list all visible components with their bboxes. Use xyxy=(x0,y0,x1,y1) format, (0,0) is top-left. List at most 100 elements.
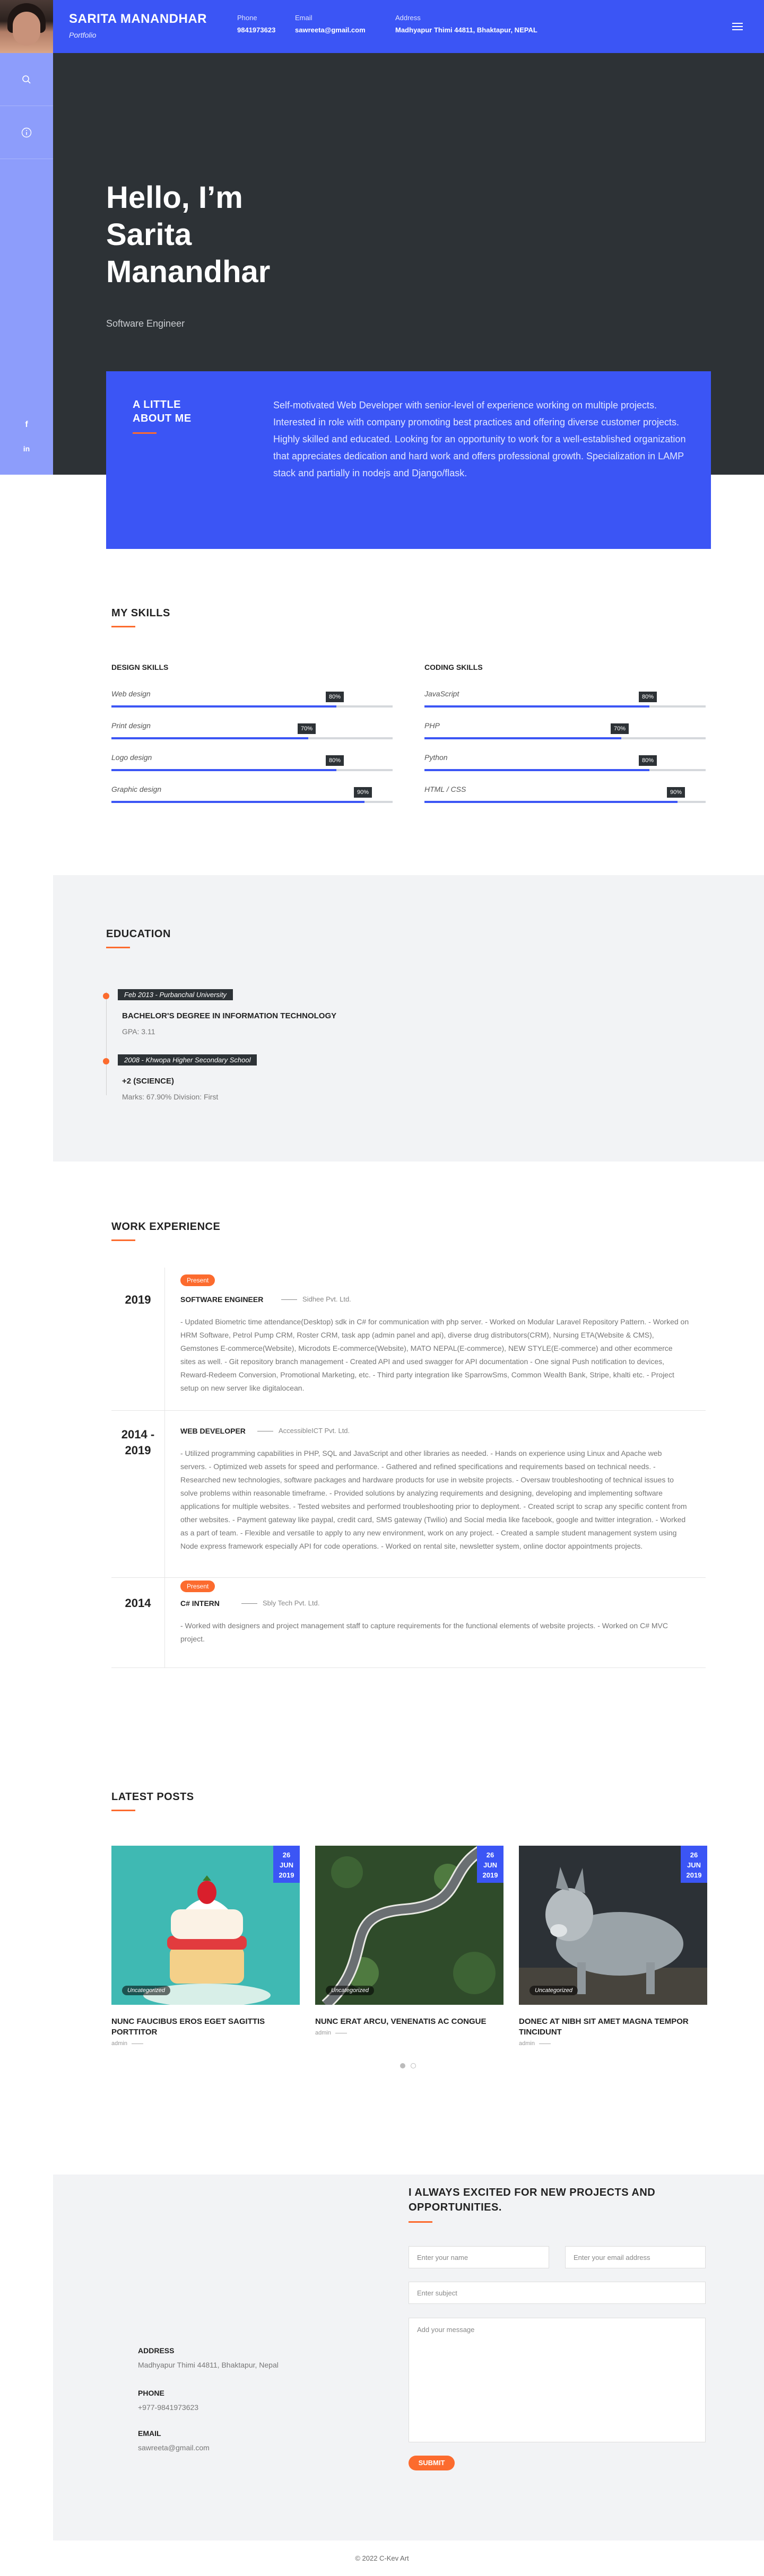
skill-name: JavaScript xyxy=(424,689,459,698)
post-image-cake[interactable] xyxy=(111,1846,300,2005)
work-company-name: Sbly Tech Pvt. Ltd. xyxy=(263,1599,320,1607)
address-label: Address xyxy=(395,14,421,22)
email-label: Email xyxy=(295,14,312,22)
linkedin-icon[interactable]: in xyxy=(0,444,53,453)
email-value[interactable]: sawreeta@gmail.com xyxy=(295,26,366,34)
post-title[interactable]: NUNC FAUCIBUS EROS EGET SAGITTIS PORTTIT… xyxy=(111,2016,300,2038)
carousel-dot[interactable] xyxy=(411,2063,416,2068)
skill-name: Print design xyxy=(111,721,151,730)
work-role: WEB DEVELOPER xyxy=(180,1427,246,1435)
skill-design-3: Graphic design 90% xyxy=(111,785,393,803)
post-category[interactable]: Uncategorized xyxy=(529,1986,578,1995)
contact-address-label: ADDRESS xyxy=(138,2346,175,2355)
education-degree: +2 (SCIENCE) xyxy=(122,1077,174,1086)
work-company: AccessibleICT Pvt. Ltd. xyxy=(252,1427,350,1435)
work-description: - Updated Biometric time attendance(Desk… xyxy=(180,1317,689,1392)
subject-input[interactable]: Enter subject xyxy=(409,2282,706,2304)
contact-phone-label: PHONE xyxy=(138,2389,164,2397)
header-email: Email sawreeta@gmail.com xyxy=(295,14,366,34)
work-item: 2019 Present SOFTWARE ENGINEER Sidhee Pv… xyxy=(111,1268,706,1411)
skill-name: PHP xyxy=(424,721,440,730)
about-title-underline xyxy=(133,432,157,434)
skill-fill xyxy=(111,769,336,771)
avatar[interactable] xyxy=(0,0,53,53)
posts-title: LATEST POSTS xyxy=(111,1791,194,1803)
education-tag: 2008 - Khwopa Higher Secondary School xyxy=(118,1054,257,1066)
skill-coding-2: Python 80% xyxy=(424,753,706,771)
skill-percent: 80% xyxy=(639,692,657,702)
work-company: Sidhee Pvt. Ltd. xyxy=(276,1295,351,1303)
brand[interactable]: SARITA MANANDHAR Portfolio xyxy=(69,12,207,39)
skill-name: Web design xyxy=(111,689,151,698)
skill-percent: 80% xyxy=(326,755,344,766)
work-company-name: AccessibleICT Pvt. Ltd. xyxy=(279,1427,350,1435)
about-section: A LITTLE ABOUT ME Self-motivated Web Dev… xyxy=(106,371,711,549)
phone-value[interactable]: 9841973623 xyxy=(237,26,275,34)
contact-email-value[interactable]: sawreeta@gmail.com xyxy=(138,2443,210,2452)
post-date: 26 JUN 2019 xyxy=(681,1846,707,1883)
posts-title-underline xyxy=(111,1810,135,1811)
post-author[interactable]: admin xyxy=(519,2040,535,2047)
work-year: 2019 xyxy=(125,1293,151,1306)
facebook-icon[interactable]: f xyxy=(0,420,53,430)
carousel-dot[interactable] xyxy=(400,2063,405,2068)
menu-button[interactable] xyxy=(711,0,764,53)
work-title: WORK EXPERIENCE xyxy=(111,1221,221,1233)
site-name[interactable]: SARITA MANANDHAR xyxy=(69,12,207,27)
about-text: Self-motivated Web Developer with senior… xyxy=(273,400,686,478)
message-textarea[interactable]: Add your message xyxy=(409,2318,706,2442)
education-detail: Marks: 67.90% Division: First xyxy=(122,1093,219,1101)
post-day: 26 xyxy=(486,1851,494,1859)
contact-phone-value[interactable]: +977-9841973623 xyxy=(138,2403,198,2412)
coding-skills-title: CODING SKILLS xyxy=(424,663,483,671)
post-month: JUN xyxy=(279,1861,293,1869)
post-image-wolf[interactable] xyxy=(519,1846,707,2005)
work-company: Sbly Tech Pvt. Ltd. xyxy=(236,1599,319,1607)
name-input[interactable]: Enter your name xyxy=(409,2246,549,2268)
work-badge: Present xyxy=(180,1580,215,1592)
post-day: 26 xyxy=(282,1851,291,1859)
info-icon[interactable] xyxy=(0,106,53,159)
post-image-road[interactable] xyxy=(315,1846,503,2005)
post-month: JUN xyxy=(687,1861,701,1869)
post-meta: admin xyxy=(315,2030,347,2036)
education-degree: BACHELOR'S DEGREE IN INFORMATION TECHNOL… xyxy=(122,1011,337,1020)
phone-label: Phone xyxy=(237,14,257,22)
search-icon[interactable] xyxy=(0,53,53,106)
work-item: 2014 Present C# INTERN Sbly Tech Pvt. Lt… xyxy=(111,1578,706,1668)
skill-name: Graphic design xyxy=(111,785,162,793)
timeline-dot xyxy=(103,993,109,999)
hero-greeting: Hello, I’m Sarita Manandhar xyxy=(106,180,271,289)
skill-coding-0: JavaScript 80% xyxy=(424,689,706,708)
about-title-line1: A LITTLE xyxy=(133,399,181,411)
work-role: SOFTWARE ENGINEER xyxy=(180,1295,264,1304)
header-phone: Phone 9841973623 xyxy=(237,14,275,34)
top-header: SARITA MANANDHAR Portfolio Phone 9841973… xyxy=(0,0,764,53)
post-category[interactable]: Uncategorized xyxy=(122,1986,170,1995)
skill-fill xyxy=(111,801,364,803)
timeline-dot xyxy=(103,1058,109,1064)
post-author[interactable]: admin xyxy=(315,2030,331,2036)
skill-design-2: Logo design 80% xyxy=(111,753,393,771)
post-day: 26 xyxy=(690,1851,698,1859)
education-title-underline xyxy=(106,947,130,948)
post-title[interactable]: DONEC AT NIBH SIT AMET MAGNA TEMPOR TINC… xyxy=(519,2016,707,2038)
skill-percent: 70% xyxy=(298,723,316,734)
work-item: 2014 - 2019 WEB DEVELOPER AccessibleICT … xyxy=(111,1411,706,1578)
post-author[interactable]: admin xyxy=(111,2040,127,2047)
post-category[interactable]: Uncategorized xyxy=(326,1986,374,1995)
work-year: 2014 - 2019 xyxy=(121,1428,155,1457)
post-month: JUN xyxy=(483,1861,497,1869)
work-year: 2014 xyxy=(125,1596,151,1610)
education-tag: Feb 2013 - Purbanchal University xyxy=(118,989,233,1000)
hero-role: Software Engineer xyxy=(106,318,185,329)
post-meta: admin xyxy=(111,2040,143,2047)
submit-button[interactable]: SUBMIT xyxy=(409,2456,455,2470)
post-meta: admin xyxy=(519,2040,551,2047)
skill-name: Python xyxy=(424,753,448,762)
skill-fill xyxy=(424,801,678,803)
contact-email-label: EMAIL xyxy=(138,2429,161,2438)
email-input[interactable]: Enter your email address xyxy=(565,2246,706,2268)
post-title[interactable]: NUNC ERAT ARCU, VENENATIS AC CONGUE xyxy=(315,2016,503,2027)
work-title-underline xyxy=(111,1239,135,1241)
